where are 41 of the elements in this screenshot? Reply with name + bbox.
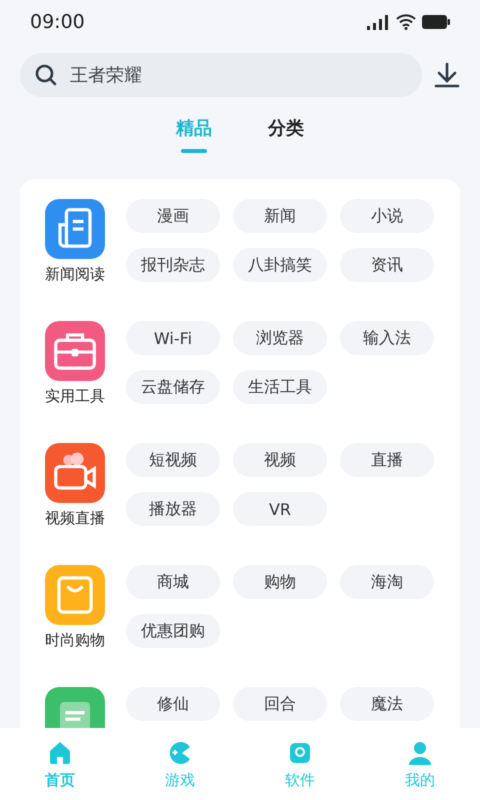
battery-icon: [422, 15, 450, 29]
tag-chip[interactable]: 报刊杂志: [126, 248, 220, 282]
tag-chip[interactable]: 商城: [126, 565, 220, 599]
tag-chip[interactable]: 海淘: [340, 565, 434, 599]
tag-chip[interactable]: 生活工具: [233, 370, 327, 404]
tag-chip[interactable]: 八卦搞笑: [233, 248, 327, 282]
tag-chip[interactable]: 播放器: [126, 492, 220, 526]
tag-chip[interactable]: 魔法: [340, 687, 434, 721]
tag-chip[interactable]: 小说: [340, 199, 434, 233]
tag-chip[interactable]: 新闻: [233, 199, 327, 233]
search-input: 王者荣耀: [68, 64, 408, 86]
tag-chip[interactable]: 修仙: [126, 687, 220, 721]
category-icon[interactable]: [45, 199, 105, 259]
tab-indicator: [181, 149, 207, 153]
tag-chip[interactable]: 漫画: [126, 199, 220, 233]
tab[interactable]: 分类: [268, 113, 304, 153]
category-icon[interactable]: [45, 321, 105, 381]
search-icon: [34, 63, 58, 87]
category-label: 时尚购物: [45, 631, 105, 650]
category-icon[interactable]: [45, 565, 105, 625]
download-icon[interactable]: [434, 62, 460, 88]
tag-chip[interactable]: VR: [233, 492, 327, 526]
tag-chip[interactable]: 短视频: [126, 443, 220, 477]
tag-chip[interactable]: Wi-Fi: [126, 321, 220, 355]
tag-chip[interactable]: 购物: [233, 565, 327, 599]
tag-chip[interactable]: 资讯: [340, 248, 434, 282]
category-label: 实用工具: [45, 387, 105, 406]
tag-chip[interactable]: 回合: [233, 687, 327, 721]
category-label: 新闻阅读: [45, 265, 105, 284]
search-field[interactable]: 王者荣耀: [20, 53, 422, 97]
category-label: 视频直播: [45, 509, 105, 528]
tag-chip[interactable]: 视频: [233, 443, 327, 477]
tag-chip[interactable]: 优惠团购: [126, 614, 220, 648]
wifi-icon: [396, 14, 416, 30]
tag-chip[interactable]: 直播: [340, 443, 434, 477]
category-icon[interactable]: [45, 443, 105, 503]
status-time: 09:00: [30, 11, 85, 33]
tag-chip[interactable]: 云盘储存: [126, 370, 220, 404]
signal-icon: [366, 14, 390, 30]
tag-chip[interactable]: 输入法: [340, 321, 434, 355]
tag-chip[interactable]: 浏览器: [233, 321, 327, 355]
